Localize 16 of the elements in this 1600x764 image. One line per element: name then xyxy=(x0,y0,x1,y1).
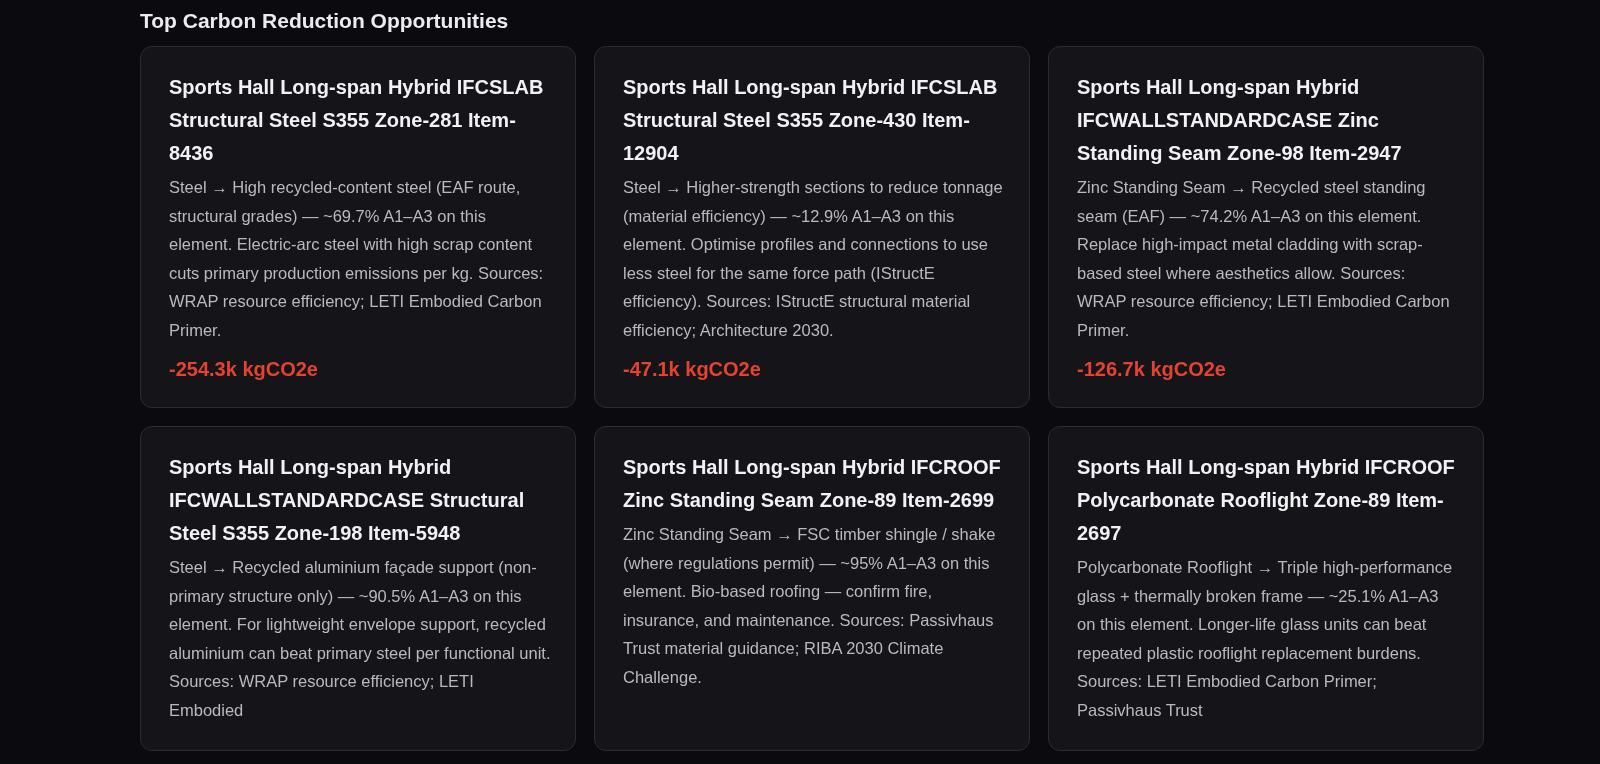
carbon-saving: -254.3k kgCO2e xyxy=(169,358,319,381)
card-description: Steel → Recycled aluminium façade support (non-primary structure only) — ~90.5% A1–A3 on this element. For lightweight envelope support, recycled aluminium can beat primary steel per functional unit. Sources: WRAP resource efficiency; LETI Embodied xyxy=(169,557,551,721)
card-description: Zinc Standing Seam → Recycled steel standing seam (EAF) — ~74.2% A1–A3 on this element. Replace high-impact metal cladding with scrap-based steel where aesthetics allow. Sources: WRAP resource efficiency; LETI Embodied Carbon Primer. xyxy=(1077,177,1451,341)
card-title: Sports Hall Long-span Hybrid IFCWALLSTANDARDCASE Structural Steel S355 Zone-198 Item-5948 xyxy=(169,455,526,546)
card-title: Sports Hall Long-span Hybrid IFCSLAB Structural Steel S355 Zone-430 Item-12904 xyxy=(623,75,999,166)
card-title: Sports Hall Long-span Hybrid IFCROOF Polycarbonate Rooflight Zone-89 Item-2697 xyxy=(1077,455,1456,546)
card-description: Zinc Standing Seam → FSC timber shingle / shake (where regulations permit) — ~95% A1–A3 on this element. Bio-based roofing — confirm fire, insurance, and maintenance. Sources: Passivhaus Trust material guidance; RIBA 2030 Climate Challenge. xyxy=(623,524,997,688)
carbon-saving: -47.1k kgCO2e xyxy=(623,358,762,381)
card-title: Sports Hall Long-span Hybrid IFCWALLSTANDARDCASE Zinc Standing Seam Zone-98 Item-2947 xyxy=(1077,75,1403,166)
card-description: Steel → High recycled-content steel (EAF route, structural grades) — ~69.7% A1–A3 on this element. Electric-arc steel with high scrap content cuts primary production emissions per kg. Sources: WRAP resource efficiency; LETI Embodied Carbon Primer. xyxy=(169,177,545,341)
section-title: Top Carbon Reduction Opportunities xyxy=(140,8,510,34)
card-title: Sports Hall Long-span Hybrid IFCROOF Zinc Standing Seam Zone-89 Item-2699 xyxy=(623,455,1002,513)
card-title: Sports Hall Long-span Hybrid IFCSLAB Structural Steel S355 Zone-281 Item-8436 xyxy=(169,75,545,166)
carbon-saving: -126.7k kgCO2e xyxy=(1077,358,1227,381)
card-description: Steel → Higher-strength sections to reduce tonnage (material efficiency) — ~12.9% A1–A3 on this element. Optimise profiles and connections to use less steel for the same force path (IStructE efficiency). Sources: IStructE structural material efficiency; Architecture 2030. xyxy=(623,177,1004,341)
card-description: Polycarbonate Rooflight → Triple high-performance glass + thermally broken frame — ~25.1% A1–A3 on this element. Longer-life glass units can beat repeated plastic rooflight replacement burdens. Sources: LETI Embodied Carbon Primer; Passivhaus Trust xyxy=(1077,557,1454,721)
